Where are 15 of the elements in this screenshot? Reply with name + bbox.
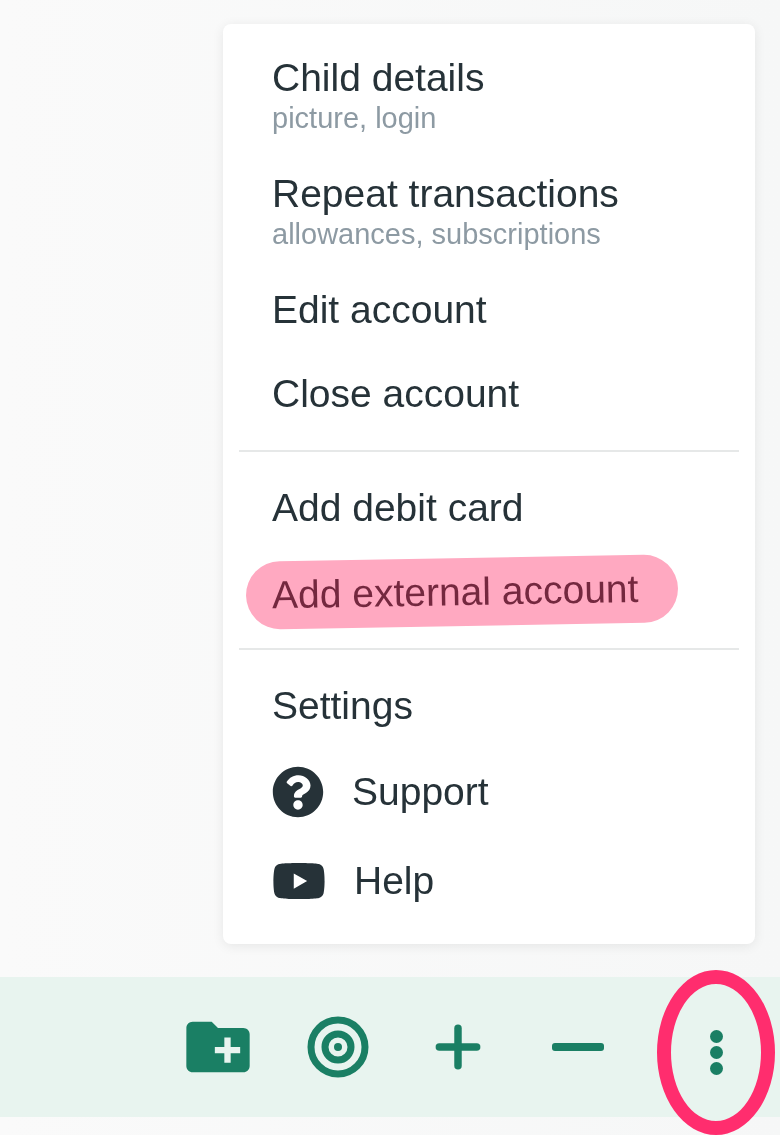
help-icon <box>272 766 324 818</box>
menu-item[interactable]: Add debit card <box>272 484 524 532</box>
minus-icon <box>552 1043 604 1051</box>
menu-item[interactable]: Add external account <box>245 554 679 630</box>
menu-item[interactable]: Child details <box>272 54 485 102</box>
menu-item[interactable]: Help <box>354 857 435 905</box>
menu-item-subtitle: allowances, subscriptions <box>272 218 602 250</box>
menu-item[interactable]: Edit account <box>272 286 487 334</box>
target-icon <box>306 1015 370 1079</box>
menu-item[interactable]: Support <box>352 768 489 816</box>
menu-item-subtitle: picture, login <box>272 102 438 134</box>
menu-item[interactable]: Settings <box>272 682 413 730</box>
more-icon <box>709 1029 723 1075</box>
menu-item[interactable]: Repeat transactions <box>272 170 619 218</box>
menu-item[interactable]: Close account <box>272 370 520 418</box>
